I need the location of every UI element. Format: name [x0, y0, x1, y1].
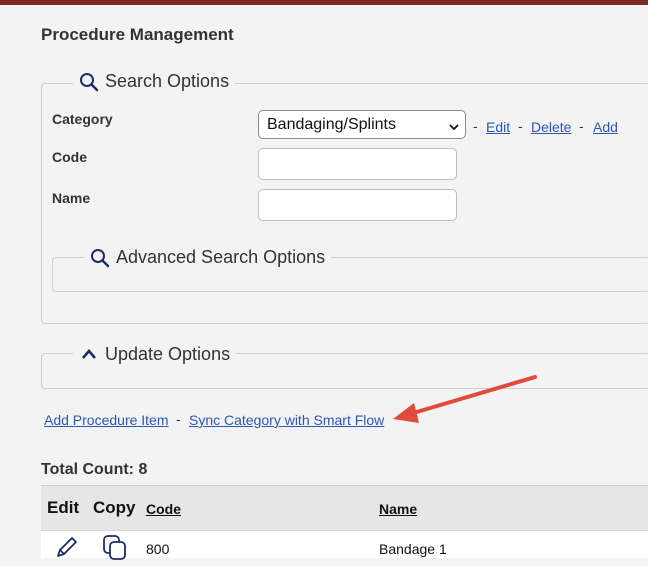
chevron-down-icon [449, 119, 459, 137]
row-name: Bandage 1 [379, 541, 447, 557]
name-input[interactable] [258, 189, 457, 221]
separator: - [579, 118, 584, 134]
category-label: Category [52, 111, 113, 127]
column-edit: Edit [47, 498, 80, 517]
add-procedure-item-link[interactable]: Add Procedure Item [44, 412, 169, 428]
update-options-legend[interactable]: Update Options [73, 344, 237, 365]
delete-category-link[interactable]: Delete [531, 119, 571, 135]
search-icon [79, 72, 99, 92]
add-category-link[interactable]: Add [593, 119, 618, 135]
page-title: Procedure Management [41, 25, 234, 44]
separator: - [518, 118, 523, 134]
category-select-value: Bandaging/Splints [267, 116, 396, 133]
column-name-sort[interactable]: Name [379, 501, 417, 517]
code-label: Code [52, 149, 87, 165]
name-label: Name [52, 190, 91, 206]
table-row: 800 Bandage 1 [41, 530, 648, 560]
category-select[interactable]: Bandaging/Splints [258, 110, 466, 139]
separator: - [473, 118, 478, 134]
chevron-up-icon [79, 345, 99, 365]
top-bar [0, 0, 648, 5]
row-code: 800 [146, 541, 170, 557]
search-options-title: Search Options [105, 71, 230, 91]
table-header: Edit Copy Code Name [41, 485, 648, 531]
pencil-icon[interactable] [53, 535, 79, 566]
update-options-title: Update Options [105, 344, 231, 364]
edit-category-link[interactable]: Edit [486, 119, 510, 135]
column-copy: Copy [93, 498, 136, 517]
copy-icon[interactable] [102, 534, 130, 565]
column-code-sort[interactable]: Code [146, 501, 181, 517]
total-count: Total Count: 8 [41, 461, 148, 478]
search-options-legend[interactable]: Search Options [73, 71, 236, 92]
separator: - [176, 411, 181, 427]
advanced-search-title: Advanced Search Options [116, 247, 326, 267]
code-input[interactable] [258, 148, 457, 180]
advanced-search-legend[interactable]: Advanced Search Options [84, 247, 332, 268]
sync-category-smart-flow-link[interactable]: Sync Category with Smart Flow [189, 412, 384, 428]
search-icon [90, 248, 110, 268]
